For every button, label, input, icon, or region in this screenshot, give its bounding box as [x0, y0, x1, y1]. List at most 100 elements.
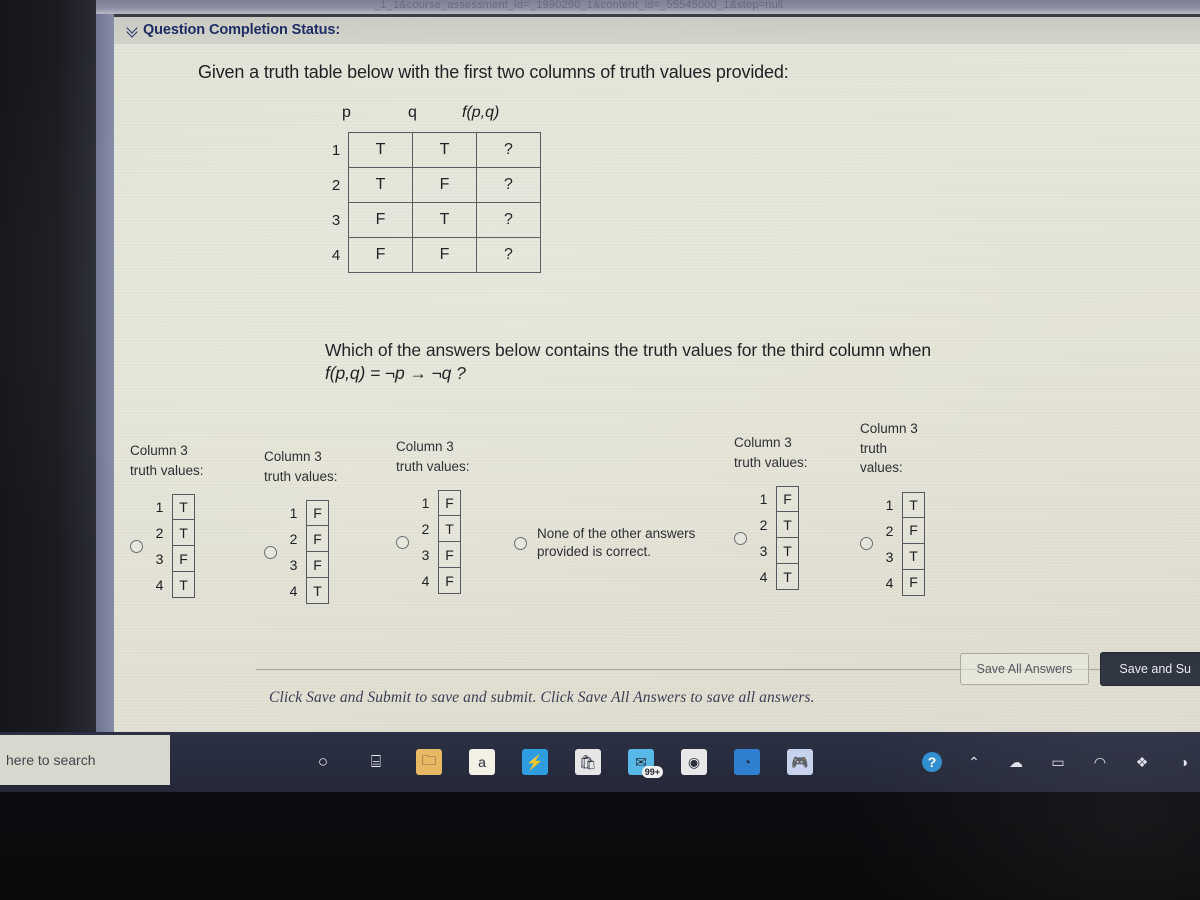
option-5[interactable]: Column 3 truth values: 1 F 2 T 3 T 4 T [734, 433, 808, 591]
truth-table-cell-p: F [348, 237, 413, 273]
option-row-number: 1 [885, 496, 894, 513]
battery-icon[interactable]: ▭ [1048, 752, 1068, 772]
option-4[interactable]: None of the other answers provided is co… [514, 511, 695, 561]
option-value-row: 3T [756, 538, 799, 565]
option-truth-value: T [902, 491, 925, 518]
option-truth-value: F [306, 500, 329, 527]
lightning-icon[interactable]: ⚡ [522, 749, 548, 775]
question-formula: f(p,q) = ¬p → ¬q ? [325, 363, 466, 384]
question-content-area: Given a truth table below with the first… [114, 44, 1200, 745]
option-5-value-column: 1F2T3T4T [756, 486, 799, 591]
option-value-row: 2F [882, 517, 925, 544]
footer-instruction: Click Save and Submit to save and submit… [269, 689, 815, 706]
option-2-label: Column 3 truth values: [264, 449, 338, 484]
option-2-radio[interactable] [264, 545, 277, 559]
option-value-row: 4T [286, 578, 329, 605]
wifi-icon[interactable]: ◠ [1090, 752, 1110, 772]
option-row-number: 4 [759, 569, 768, 586]
chrome-icon[interactable]: ◉ [681, 749, 707, 775]
truth-table-wrapper: p q f(p,q) 1 T T? 2 T F? 3 F T? 4 F F? [296, 104, 541, 273]
truth-table-cell-f: ? [476, 237, 541, 273]
mail-icon[interactable]: ✉ 99+ [628, 749, 663, 778]
truth-table-header-q: q [408, 104, 417, 121]
option-row-number: 2 [759, 517, 768, 534]
option-3-value-column: 1F2T3F4F [418, 490, 461, 595]
option-truth-value: F [902, 517, 925, 544]
page-left-gutter [96, 14, 114, 745]
option-truth-value: T [776, 564, 799, 591]
truth-table-cell-f: ? [476, 132, 541, 168]
onedrive-icon[interactable]: ☁ [1006, 752, 1026, 772]
option-value-row: 1F [756, 486, 799, 513]
dropbox-icon[interactable]: ❖ [1132, 752, 1152, 772]
option-truth-value: T [438, 516, 461, 543]
file-explorer-icon[interactable]: 🗀 [416, 749, 442, 775]
option-truth-value: T [172, 494, 195, 521]
truth-table-row: 4 F F? [324, 237, 541, 273]
option-truth-value: F [902, 569, 925, 596]
option-value-row: 4T [152, 572, 195, 599]
option-row-number: 3 [885, 548, 894, 565]
browser-url-strip[interactable]: _1_1&course_assessment_id=_1990290_1&con… [96, 0, 1200, 14]
chevron-up-icon[interactable]: ⌃ [964, 752, 984, 772]
chevron-double-down-icon[interactable] [127, 25, 138, 36]
more-tray-icon[interactable]: ◑ [1174, 752, 1194, 772]
windows-search-box[interactable]: here to search [0, 735, 170, 785]
option-row-number: 3 [155, 551, 164, 568]
help-icon[interactable]: ? [922, 752, 942, 772]
option-3[interactable]: Column 3 truth values: 1 F 2 T 3 F 4 F [396, 437, 470, 595]
option-row-number: 2 [155, 525, 164, 542]
truth-table-header-f: f(p,q) [462, 104, 500, 121]
option-row-number: 4 [289, 583, 298, 600]
photographed-screen: _1_1&course_assessment_id=_1990290_1&con… [0, 0, 1200, 900]
truth-table-cell-q: T [412, 132, 477, 168]
option-6-radio[interactable] [860, 537, 873, 551]
option-truth-value: T [172, 572, 195, 599]
option-6[interactable]: Column 3 truth values: 1 T 2 F 3 T 4 F [860, 419, 925, 596]
option-truth-value: F [306, 526, 329, 553]
option-4-body: None of the other answers provided is co… [514, 525, 695, 561]
option-1-radio[interactable] [130, 539, 143, 553]
truth-table: 1 T T? 2 T F? 3 F T? 4 F F? [324, 132, 541, 273]
option-5-radio[interactable] [734, 531, 747, 545]
windows-search-placeholder: here to search [6, 752, 96, 768]
option-truth-value: F [306, 552, 329, 579]
option-2[interactable]: Column 3 truth values: 1 F 2 F 3 F 4 T [264, 447, 338, 605]
option-truth-value: F [172, 546, 195, 573]
save-all-answers-button[interactable]: Save All Answers [959, 653, 1090, 685]
cortana-icon[interactable]: ○ [310, 749, 336, 775]
question-completion-status-bar[interactable]: Question Completion Status: [114, 14, 1200, 44]
option-3-radio[interactable] [396, 535, 409, 549]
truth-table-cell-f: ? [476, 167, 541, 203]
truth-table-cell-q: F [412, 167, 477, 203]
truth-table-row: 1 T T? [324, 132, 541, 168]
option-1-body: 1T2T3F4T [130, 494, 204, 599]
option-6-label: Column 3 truth values: [860, 421, 918, 476]
option-value-row: 1T [882, 491, 925, 518]
microsoft-store-icon[interactable]: 🛍 [575, 749, 601, 775]
save-and-submit-button[interactable]: Save and Su [1100, 652, 1200, 686]
option-truth-value: T [306, 578, 329, 605]
task-view-icon[interactable]: ⌸ [363, 749, 389, 775]
discord-icon[interactable]: 🎮 [787, 749, 813, 775]
option-value-row: 3F [152, 546, 195, 573]
edge-icon[interactable]: ◔ [734, 749, 760, 775]
option-value-row: 4F [418, 568, 461, 595]
option-row-number: 2 [289, 531, 298, 548]
option-6-body: 1T2F3T4F [860, 491, 925, 596]
question-completion-status-label: Question Completion Status: [143, 22, 341, 38]
option-truth-value: F [438, 568, 461, 595]
question-prompt: Given a truth table below with the first… [198, 62, 789, 82]
option-2-body: 1F2F3F4T [264, 500, 338, 605]
truth-table-row-number: 4 [331, 246, 341, 264]
amazon-icon[interactable]: a [469, 749, 495, 775]
truth-table-cell-p: T [348, 132, 413, 168]
option-value-row: 1F [418, 490, 461, 517]
truth-table-row: 3 F T? [324, 202, 541, 238]
option-1[interactable]: Column 3 truth values: 1 T 2 T 3 F 4 T [130, 441, 204, 599]
option-4-text: None of the other answers provided is co… [537, 526, 696, 560]
truth-table-cell-q: F [412, 237, 477, 273]
option-row-number: 3 [289, 557, 298, 574]
option-row-number: 2 [421, 521, 430, 538]
option-4-radio[interactable] [514, 536, 527, 550]
